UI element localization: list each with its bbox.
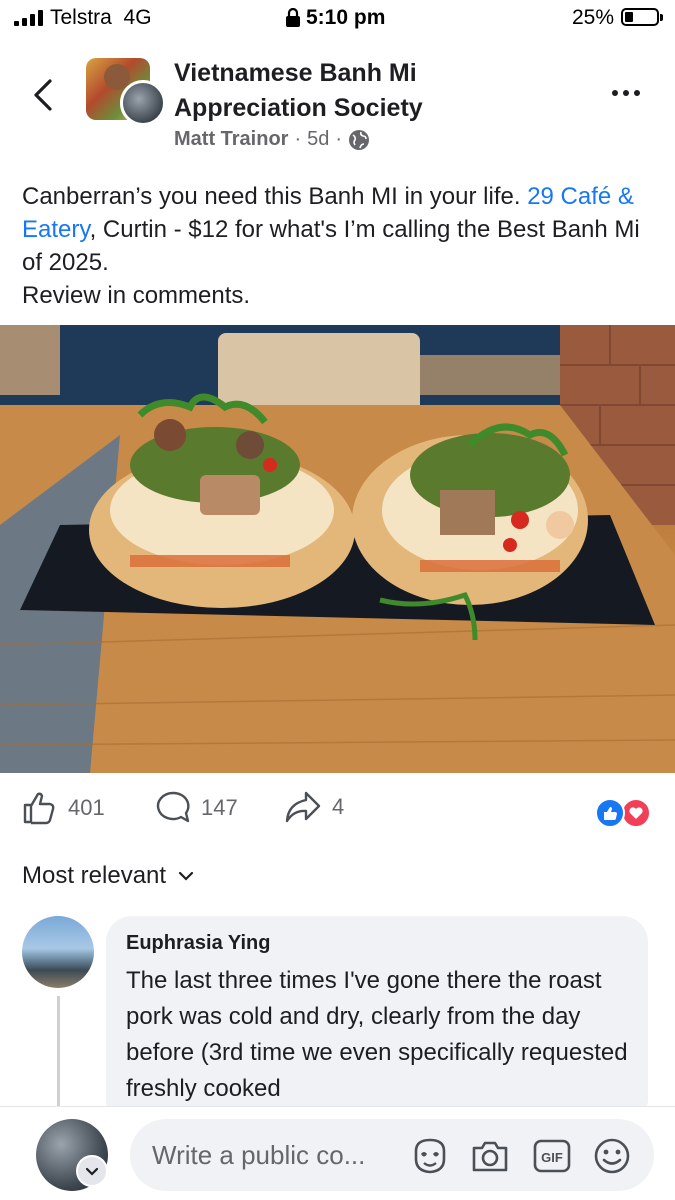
post-header: Vietnamese Banh Mi Appreciation Society … [0,50,675,160]
battery-icon [621,8,663,26]
status-bar: Telstra 4G 5:10 pm 25% [0,0,675,36]
comment-count: 147 [201,795,238,820]
more-icon[interactable] [612,90,652,102]
post-text-line2: Review in comments. [22,282,251,309]
chevron-down-icon [178,871,194,881]
carrier-label: Telstra 4G [50,6,152,30]
comment-input[interactable] [152,1119,402,1191]
comment-sort-dropdown[interactable]: Most relevant [22,862,194,890]
share-icon [285,791,321,823]
banh-mi-illustration [0,325,675,773]
commenter-name[interactable]: Euphrasia Ying [126,932,628,955]
chevron-down-icon [85,1167,99,1176]
thread-line [57,996,60,1106]
love-reaction-icon [621,798,651,828]
clock: 5:10 pm [306,6,386,29]
post-body: Canberran’s you need this Banh MI in you… [22,180,657,312]
post-photo[interactable] [0,325,675,773]
share-button[interactable]: 4 [284,790,344,824]
sort-label: Most relevant [22,862,167,889]
action-bar: 401 147 4 [0,790,675,836]
camera-icon[interactable] [470,1137,510,1175]
like-count: 401 [68,795,105,820]
like-icon [23,792,55,825]
comment-input-container[interactable]: GIF [130,1119,654,1191]
reaction-summary[interactable] [595,798,655,828]
share-count: 4 [332,794,345,819]
meta-separator: · [294,128,302,150]
back-chevron-icon[interactable] [30,78,58,112]
comment-button[interactable]: 147 [155,790,238,826]
group-name[interactable]: Vietnamese Banh Mi Appreciation Society [174,56,554,126]
comment-icon [156,791,190,823]
post-text-intro: Canberran’s you need this Banh MI in you… [22,183,521,210]
post-meta: Matt Trainor · 5d · [174,128,370,151]
signal-strength-icon [14,10,43,26]
avatar-sticker-icon[interactable] [410,1137,450,1175]
svg-text:GIF: GIF [541,1150,563,1165]
carrier-name: Telstra [50,6,112,29]
post-age[interactable]: 5d [307,128,329,151]
like-reaction-icon [595,798,625,828]
meta-separator-2: · [335,128,343,150]
group-avatar[interactable] [86,58,166,126]
network-type: 4G [123,6,152,29]
gif-icon[interactable]: GIF [532,1137,572,1175]
post-text-rest: , Curtin - $12 for what's I’m calling th… [22,216,640,276]
comment-text: The last three times I've gone there the… [126,967,628,1102]
emoji-icon[interactable] [592,1137,632,1175]
lock-icon [286,8,300,27]
battery-percent: 25% [572,6,615,29]
identity-switch-button[interactable] [76,1155,108,1187]
globe-icon [349,129,370,150]
author-avatar[interactable] [120,80,166,126]
like-button[interactable]: 401 [22,790,105,826]
commenter-avatar[interactable] [22,916,94,988]
comment-bubble[interactable]: Euphrasia Ying The last three times I've… [106,916,648,1126]
author-name[interactable]: Matt Trainor [174,128,288,151]
comment-composer-bar: GIF [0,1106,675,1200]
